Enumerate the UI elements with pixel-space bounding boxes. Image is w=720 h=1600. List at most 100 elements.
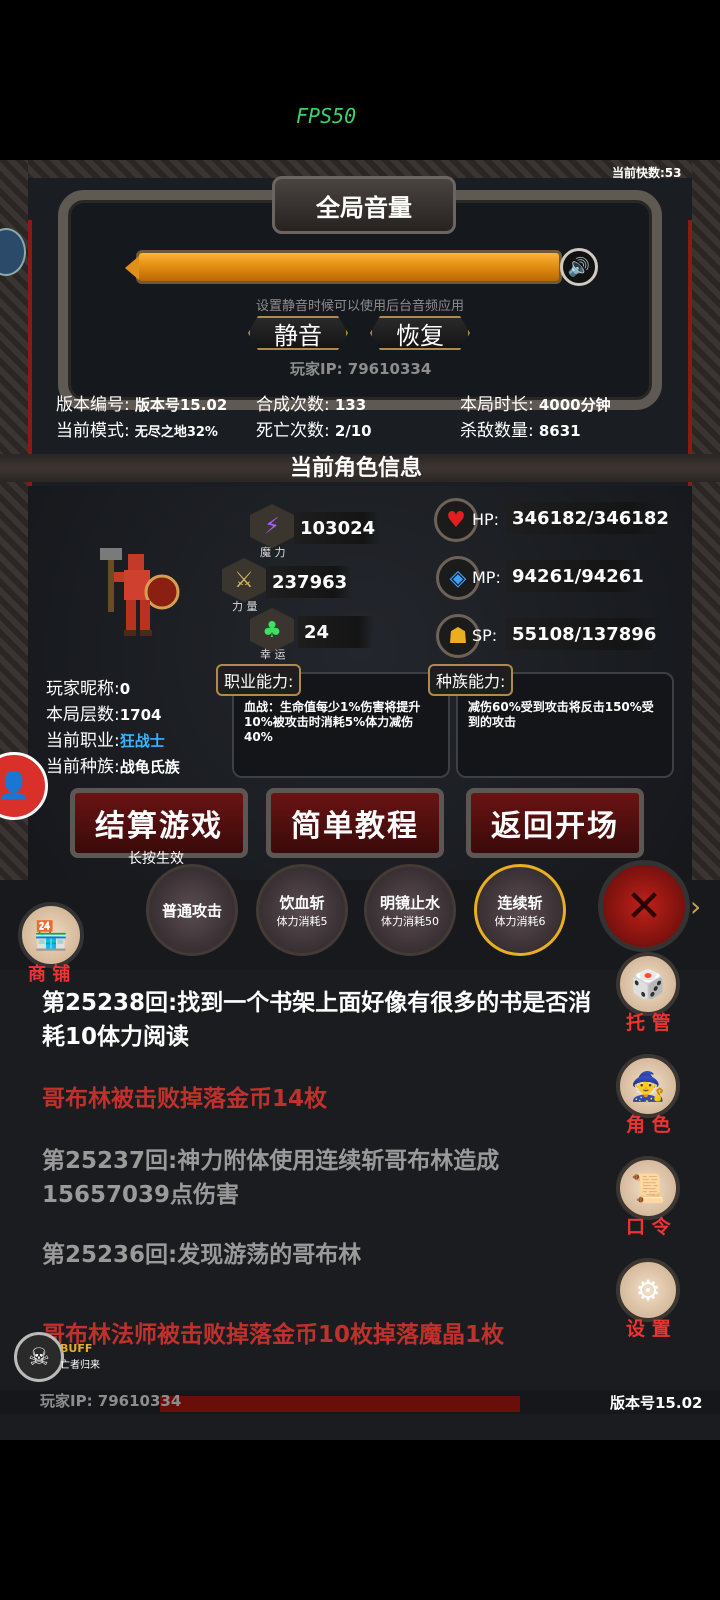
stat-value: 133 — [334, 396, 367, 414]
back-to-start-button[interactable]: 返回开场 — [466, 788, 644, 858]
auto-label[interactable]: 托 管 — [626, 1008, 671, 1035]
stat-value: 2/10 — [334, 422, 372, 440]
stat-value: 8631 — [538, 422, 581, 440]
race-row: 当前种族:战龟氏族 — [46, 752, 180, 777]
settings-label[interactable]: 设 置 — [626, 1314, 671, 1341]
shop-icon[interactable]: 🏪 — [18, 902, 84, 968]
log-entry: 哥布林法师被击败掉落金币10枚掉落魔晶1枚 — [42, 1318, 642, 1352]
sp-value: 55108/137896 — [506, 618, 662, 650]
restore-button[interactable]: 恢复 — [370, 316, 470, 350]
info-value: 狂战士 — [119, 732, 165, 750]
mute-button[interactable]: 静音 — [248, 316, 348, 350]
log-text: 第25237回:神力附体使用连续斩哥布林造成15657039点伤害 — [42, 1148, 500, 1208]
stat-deaths: 死亡次数: 2/10 — [256, 416, 372, 441]
race-ability-tag: 种族能力: — [428, 664, 514, 696]
stat-kills: 杀敌数量: 8631 — [460, 416, 581, 441]
skill-name: 饮血斩 — [279, 893, 325, 912]
skill-name: 明镜止水 — [379, 893, 440, 912]
floors-row: 本局层数:1704 — [46, 700, 161, 725]
hp-value: 346182/346182 — [506, 502, 669, 534]
log-text: 第25236回:发现游荡的哥布林 — [42, 1242, 362, 1268]
luck-label: 幸 运 — [260, 648, 286, 661]
info-label: 玩家昵称: — [46, 679, 120, 699]
dice-icon[interactable]: 🎲 — [616, 952, 680, 1016]
tutorial-button[interactable]: 简单教程 — [266, 788, 444, 858]
live-count: 当前快数:53 — [612, 166, 682, 180]
sp-label: SP: — [472, 626, 498, 645]
skill-normal-attack[interactable]: 普通攻击 — [146, 864, 238, 956]
power-label: 力 量 — [232, 600, 258, 613]
footer-version: 版本号15.02 — [610, 1394, 703, 1412]
mp-label: MP: — [472, 568, 501, 587]
skill-cost: 体力消耗50 — [381, 914, 439, 928]
skill-combo-slash[interactable]: 连续斩 体力消耗6 — [474, 864, 566, 956]
skull-icon[interactable]: ☠ — [14, 1332, 64, 1382]
progress-bar — [160, 1396, 520, 1412]
log-entry: 第25238回:找到一个书架上面好像有很多的书是否消耗10体力阅读 — [42, 986, 602, 1054]
skill-name: 普通攻击 — [161, 901, 222, 920]
stat-value: 4000分钟 — [538, 396, 611, 414]
stat-label: 合成次数: — [256, 395, 330, 415]
skill-mirror-water[interactable]: 明镜止水 体力消耗50 — [364, 864, 456, 956]
log-text: 哥布林被击败掉落金币14枚 — [42, 1086, 328, 1112]
mp-value: 94261/94261 — [506, 560, 644, 592]
info-value: 战龟氏族 — [119, 758, 180, 776]
magic-label: 魔 力 — [260, 546, 286, 559]
stat-label: 版本编号: — [56, 395, 130, 415]
scroll-icon[interactable]: 📜 — [616, 1156, 680, 1220]
log-entry: 哥布林被击败掉落金币14枚 — [42, 1082, 602, 1116]
stat-label: 当前模式: — [56, 421, 130, 441]
stat-label: 杀敌数量: — [460, 421, 534, 441]
log-entry: 第25237回:神力附体使用连续斩哥布林造成15657039点伤害 — [42, 1144, 602, 1212]
log-text: 哥布林法师被击败掉落金币10枚掉落魔晶1枚 — [42, 1322, 505, 1348]
volume-title: 全局音量 — [316, 193, 412, 222]
character-sprite — [100, 548, 180, 636]
info-value: 1704 — [119, 706, 162, 724]
game-screen: 当前快数:53 全局音量 🔊 设置静音时候可以使用后台音频应用 静音 恢复 玩家… — [0, 160, 720, 1440]
volume-hint: 设置静音时候可以使用后台音频应用 — [255, 299, 464, 314]
code-label[interactable]: 口 令 — [626, 1212, 671, 1239]
fps-counter: FPS50 — [296, 104, 357, 128]
stat-value: 无尽之地32% — [134, 425, 218, 440]
volume-title-plate: 全局音量 — [272, 176, 456, 234]
shop-label[interactable]: 商 铺 — [28, 960, 70, 986]
job-ability-tag: 职业能力: — [216, 664, 302, 696]
info-label: 当前职业: — [46, 731, 120, 751]
stat-value: 版本号15.02 — [134, 396, 228, 414]
stat-mode: 当前模式: 无尽之地32% — [56, 416, 218, 441]
power-value: 237963 — [266, 566, 352, 598]
buff-subtitle: 亡者归来 — [60, 1360, 100, 1371]
stat-label: 死亡次数: — [256, 421, 330, 441]
footer-ip: 玩家IP: 79610334 — [40, 1392, 182, 1410]
buff-title: BUFF — [60, 1342, 93, 1355]
close-icon[interactable]: ✕ — [598, 860, 690, 952]
skill-blood-slash[interactable]: 饮血斩 体力消耗5 — [256, 864, 348, 956]
stat-label: 本局时长: — [460, 395, 534, 415]
skill-name: 连续斩 — [497, 893, 543, 912]
info-label: 本局层数: — [46, 705, 120, 725]
settle-hint: 长按生效 — [128, 851, 184, 867]
gear-icon[interactable]: ⚙ — [616, 1258, 680, 1322]
volume-slider[interactable] — [125, 250, 562, 284]
hp-label: HP: — [472, 510, 500, 529]
player-ip: 玩家IP: 79610334 — [290, 360, 432, 378]
skill-cost: 体力消耗6 — [494, 914, 546, 928]
role-info-title: 当前角色信息 — [290, 456, 423, 481]
skill-cost: 体力消耗5 — [276, 914, 328, 928]
log-entry: 第25236回:发现游荡的哥布林 — [42, 1238, 602, 1272]
info-label: 当前种族: — [46, 757, 120, 777]
luck-value: 24 — [298, 616, 374, 648]
log-text: 第25238回:找到一个书架上面好像有很多的书是否消耗10体力阅读 — [42, 990, 592, 1050]
stat-version: 版本编号: 版本号15.02 — [56, 390, 227, 415]
stat-synth: 合成次数: 133 — [256, 390, 366, 415]
magic-value: 103024 — [294, 512, 380, 544]
role-label[interactable]: 角 色 — [626, 1110, 671, 1137]
hooded-figure-icon[interactable]: 🧙 — [616, 1054, 680, 1118]
nickname-row: 玩家昵称:0 — [46, 674, 130, 699]
right-frame — [692, 160, 720, 900]
speaker-icon[interactable]: 🔊 — [560, 248, 598, 286]
chevron-right-icon[interactable]: › — [690, 890, 701, 923]
stat-duration: 本局时长: 4000分钟 — [460, 390, 611, 415]
info-value: 0 — [119, 680, 131, 698]
job-row: 当前职业:狂战士 — [46, 726, 165, 751]
